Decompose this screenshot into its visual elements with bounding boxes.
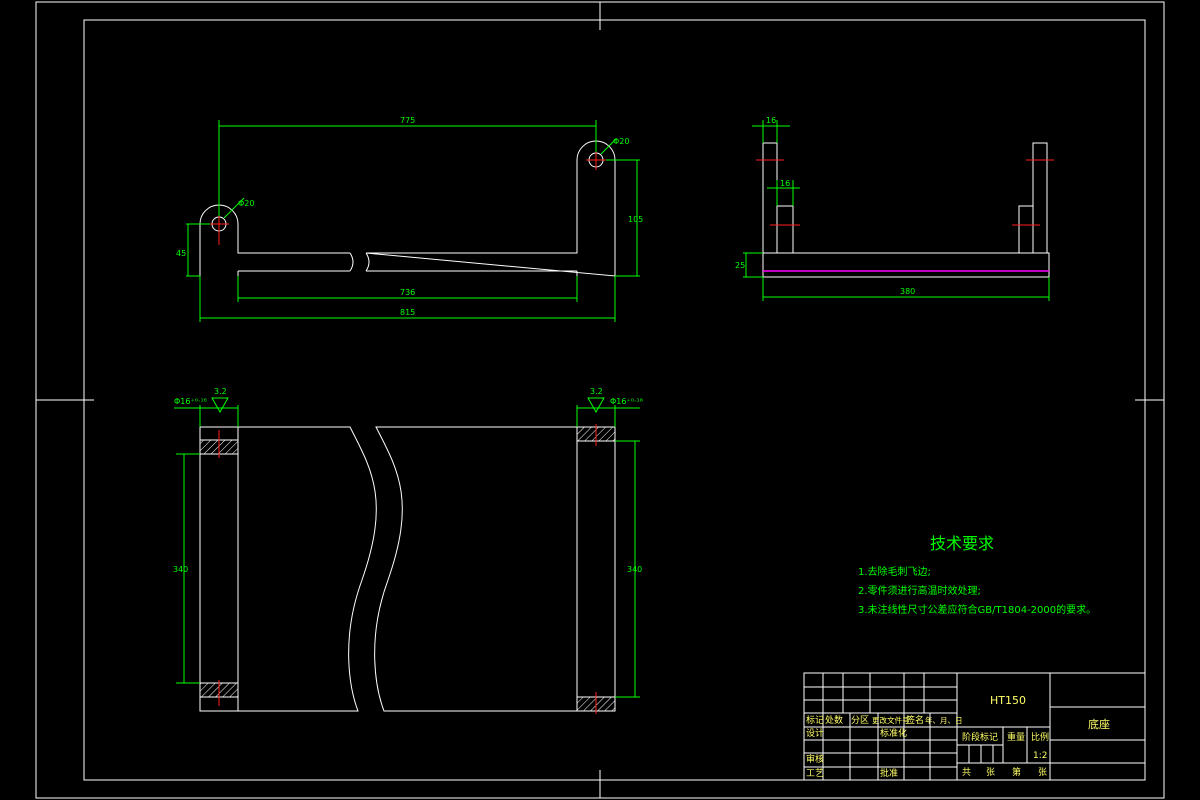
dim-plan-left-hole: Φ16⁺⁰·¹⁸ xyxy=(174,397,207,406)
tb-part-name: 底座 xyxy=(1088,717,1110,731)
tb-signature: 签名 xyxy=(906,714,924,726)
dim-side-base: 25 xyxy=(735,261,745,270)
tb-page: 第 xyxy=(1012,766,1021,778)
roughness-right: 3.2 xyxy=(590,387,603,396)
dim-right-height: 105 xyxy=(628,215,643,224)
dim-left-hole: Φ20 xyxy=(238,199,254,208)
tb-standardize: 标准化 xyxy=(880,727,907,739)
dim-side-total: 380 xyxy=(900,287,915,296)
tb-count: 处数 xyxy=(825,714,843,726)
front-view-dimensions: 775 Φ20 Φ20 45 105 736 815 xyxy=(176,116,643,322)
tech-requirements: 技术要求 1.去除毛刺飞边; 2.零件须进行高温时效处理; 3.未注线性尺寸公差… xyxy=(858,534,1096,616)
tb-mark: 标记 xyxy=(806,714,824,726)
dim-plan-right: 340 xyxy=(627,565,642,574)
tb-total: 共 xyxy=(962,767,971,778)
dim-right-hole: Φ20 xyxy=(613,137,629,146)
title-block: 标记 处数 分区 更改文件号 签名 年、月、日 设计 标准化 审核 工艺 批准 … xyxy=(803,672,1146,781)
tb-scale: 1:2 xyxy=(1033,751,1047,761)
side-view xyxy=(756,142,1054,278)
tb-zone: 分区 xyxy=(851,715,869,726)
tb-review: 审核 xyxy=(806,753,824,765)
dim-815: 815 xyxy=(400,308,415,317)
tb-approve: 批准 xyxy=(880,767,898,779)
dim-side-top: 16 xyxy=(766,116,776,125)
tb-ratio: 比例 xyxy=(1031,731,1049,743)
tb-change-doc: 更改文件号 xyxy=(872,715,910,725)
tech-req-item-2: 2.零件须进行高温时效处理; xyxy=(858,584,981,597)
tb-design: 设计 xyxy=(806,727,824,739)
tb-sheet: 张 xyxy=(986,767,995,778)
front-view xyxy=(199,140,616,277)
tb-date: 年、月、日 xyxy=(925,715,963,725)
tb-stage-mark: 阶段标记 xyxy=(962,731,998,743)
tb-material: HT150 xyxy=(990,694,1026,707)
tb-process: 工艺 xyxy=(806,768,824,779)
tb-weight: 重量 xyxy=(1007,731,1025,743)
side-view-dimensions: 16 16 25 380 xyxy=(735,116,1050,301)
dim-775: 775 xyxy=(400,116,415,125)
tech-req-item-3: 3.未注线性尺寸公差应符合GB/T1804-2000的要求。 xyxy=(858,603,1096,616)
dim-plan-left: 340 xyxy=(173,565,188,574)
tech-req-item-1: 1.去除毛刺飞边; xyxy=(858,565,931,578)
plan-view xyxy=(199,424,616,714)
dim-plan-right-hole: Φ16⁺⁰·¹⁸ xyxy=(610,397,643,406)
cad-drawing-canvas: 775 Φ20 Φ20 45 105 736 815 16 16 25 380 … xyxy=(35,1,1165,799)
tb-page-sheet: 张 xyxy=(1038,767,1047,778)
roughness-left: 3.2 xyxy=(214,387,227,396)
dim-side-inner: 16 xyxy=(780,179,790,188)
dim-736: 736 xyxy=(400,288,415,297)
dim-left-height: 45 xyxy=(176,249,186,258)
tech-requirements-title: 技术要求 xyxy=(930,534,994,553)
plan-view-dimensions: 340 340 Φ16⁺⁰·¹⁸ 3.2 Φ16⁺⁰·¹⁸ 3.2 xyxy=(173,387,643,698)
